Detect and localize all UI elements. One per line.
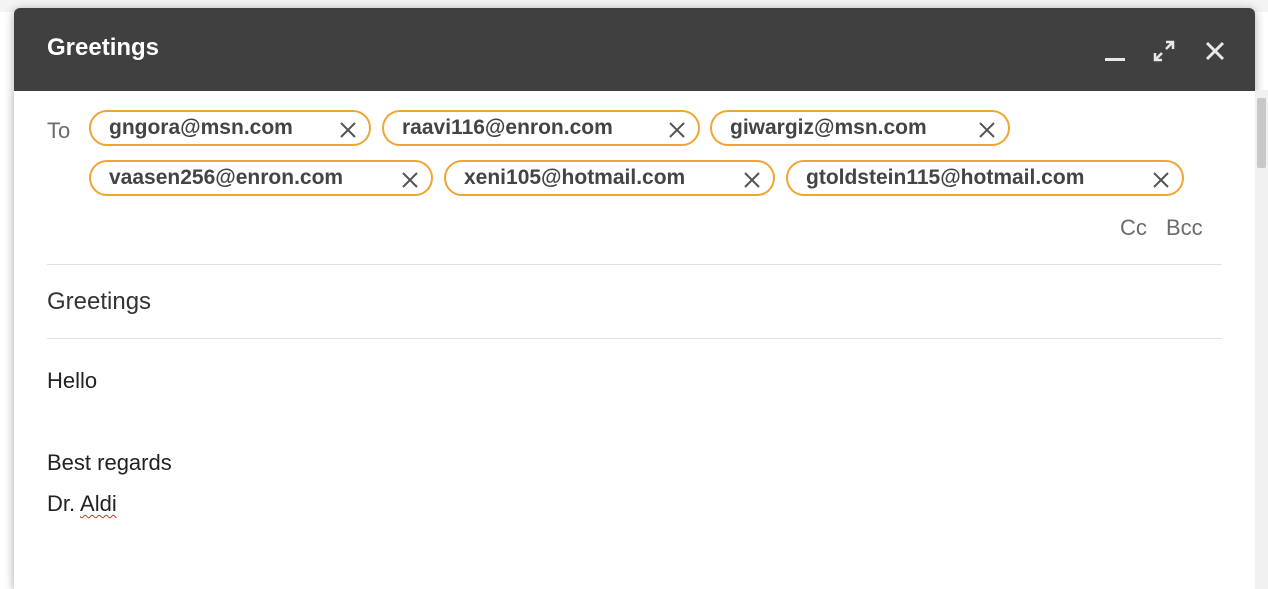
recipient-email: gngora@msn.com (109, 116, 293, 139)
recipient-email: gtoldstein115@hotmail.com (806, 166, 1085, 189)
recipient-email: raavi116@enron.com (402, 116, 613, 139)
recipients-divider (47, 264, 1222, 265)
compose-title: Greetings (47, 34, 160, 61)
recipient-email: giwargiz@msn.com (730, 116, 927, 139)
recipient-chip[interactable]: vaasen256@enron.com (89, 160, 433, 196)
body-closing[interactable]: Best regards (47, 450, 172, 476)
minimize-button[interactable] (1103, 38, 1129, 64)
recipient-chip[interactable]: raavi116@enron.com (382, 110, 700, 146)
bcc-link[interactable]: Bcc (1166, 215, 1203, 241)
minimize-icon (1105, 58, 1125, 61)
signature-prefix: Dr. (47, 491, 76, 516)
body-signature[interactable]: Dr. Aldi (47, 491, 117, 517)
close-button[interactable] (1202, 38, 1228, 64)
expand-button[interactable] (1151, 38, 1177, 64)
cc-link[interactable]: Cc (1120, 215, 1147, 241)
close-icon[interactable] (401, 171, 419, 189)
close-icon[interactable] (668, 121, 686, 139)
recipient-chip[interactable]: giwargiz@msn.com (710, 110, 1010, 146)
close-icon[interactable] (743, 171, 761, 189)
scrollbar-thumb[interactable] (1257, 98, 1266, 168)
close-icon (1205, 41, 1225, 61)
signature-name: Aldi (80, 491, 117, 516)
recipient-chip[interactable]: xeni105@hotmail.com (444, 160, 775, 196)
to-label: To (47, 118, 71, 143)
close-icon[interactable] (1152, 171, 1170, 189)
subject-field[interactable]: Greetings (47, 288, 1197, 316)
recipient-chip[interactable]: gngora@msn.com (89, 110, 371, 146)
close-icon[interactable] (339, 121, 357, 139)
recipient-email: xeni105@hotmail.com (464, 166, 686, 189)
recipient-chip[interactable]: gtoldstein115@hotmail.com (786, 160, 1184, 196)
recipient-email: vaasen256@enron.com (109, 166, 344, 189)
compose-titlebar[interactable]: Greetings (14, 8, 1255, 91)
scrollbar[interactable] (1255, 90, 1268, 589)
subject-divider (47, 338, 1222, 339)
expand-icon (1153, 40, 1175, 62)
close-icon[interactable] (978, 121, 996, 139)
body-greeting[interactable]: Hello (47, 368, 97, 394)
